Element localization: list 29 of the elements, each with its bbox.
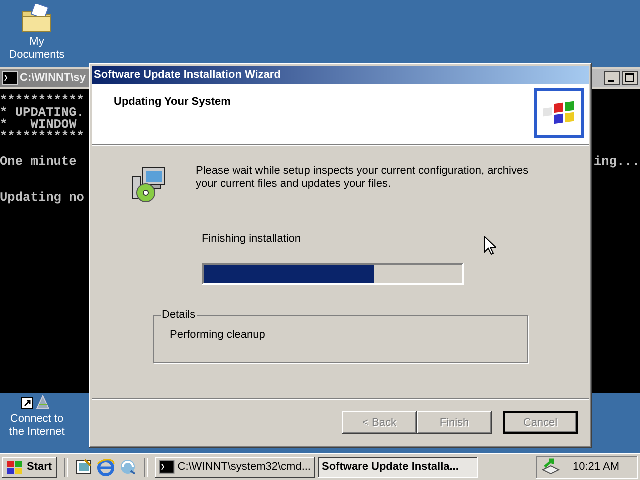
window-title: Software Update Installation Wizard [94,69,281,81]
console-text: Updating no [0,192,84,204]
start-button[interactable]: Start [2,456,57,478]
console-icon [2,71,18,85]
window-title: C:\WINNT\sy [20,72,86,84]
icon-label[interactable]: My Documents [2,36,72,62]
console-text: *********** [0,95,84,107]
mouse-pointer-icon [484,236,496,255]
desktop-icon[interactable] [75,458,93,476]
folder-icon[interactable] [21,4,53,34]
console-text: ing... [594,156,640,168]
console-text: One minute [0,156,77,168]
status-text: Finishing installation [202,233,302,245]
network-icon[interactable] [541,458,561,476]
page-title: Updating Your System [114,96,232,108]
taskbar-button[interactable]: C:\WINNT\system32\cmd... [155,456,315,478]
details-text: Performing cleanup [170,329,266,341]
group-label: Details [161,309,197,321]
console-text: * UPDATING. [0,107,84,119]
instruction-text: Please wait while setup inspects your current configuration, archives your current files and updates your files. [196,165,530,192]
console-text: * WINDOW [0,119,77,131]
console-icon [159,460,175,474]
taskbar-button[interactable]: Software Update Installa... [318,456,478,478]
icon-label[interactable]: Connect to the Internet [4,413,70,439]
console-text: *********** [0,131,84,143]
windows-flag-icon [6,460,24,474]
minimize-icon[interactable] [604,71,620,85]
clock-text: 10:21 AM [573,461,620,473]
maximize-icon[interactable] [622,71,638,85]
